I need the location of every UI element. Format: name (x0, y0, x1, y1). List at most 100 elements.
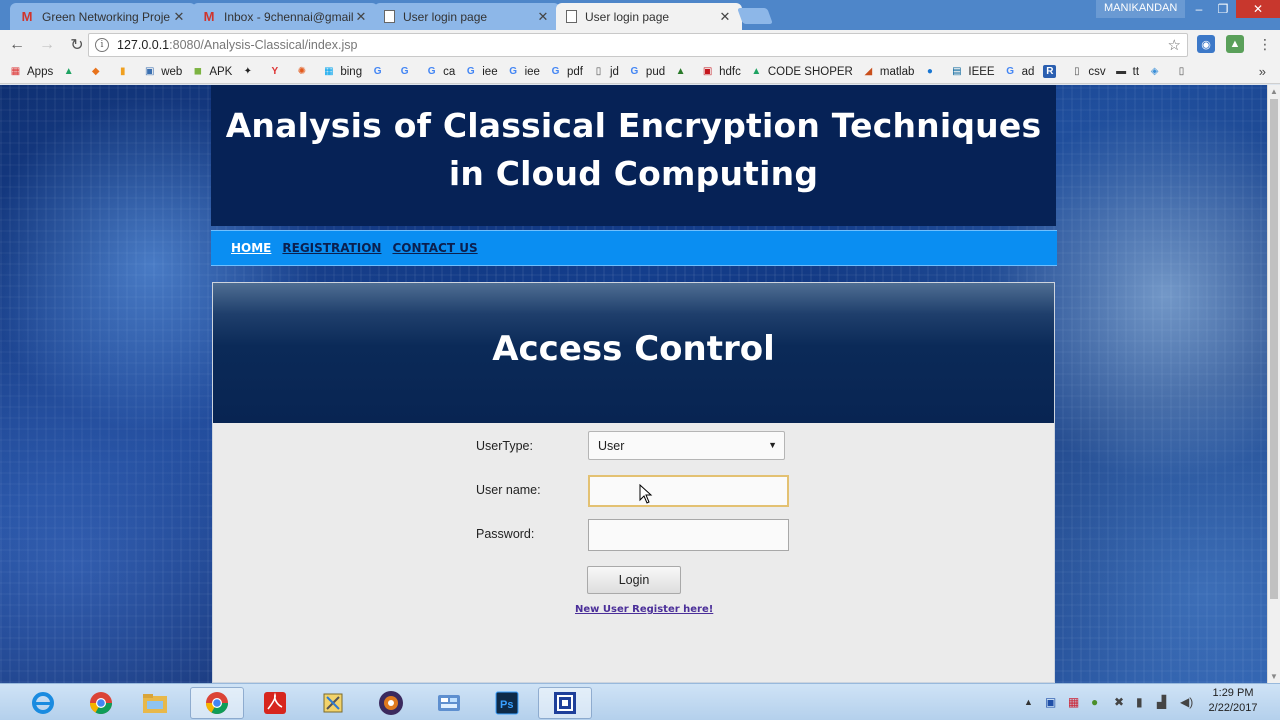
bookmark-star-icon[interactable]: ☆ (1168, 36, 1181, 54)
profile-name[interactable]: MANIKANDAN (1096, 0, 1186, 18)
bookmark-item[interactable]: ▲ (674, 65, 692, 78)
chrome-icon[interactable] (74, 687, 128, 719)
bookmark-ieee[interactable]: ▤ IEEE (950, 65, 994, 78)
usertype-value: User (598, 438, 625, 453)
reload-icon[interactable]: ↻ (64, 32, 90, 58)
bookmark-drive[interactable]: ▲ (62, 65, 80, 78)
bookmark-item[interactable]: R (1043, 65, 1061, 78)
close-tab-icon[interactable]: ✕ (718, 9, 732, 25)
bookmark-icon: ▬ (1116, 66, 1127, 77)
close-tab-icon[interactable]: ✕ (172, 9, 186, 25)
bookmark-apps[interactable]: ▦ Apps (9, 65, 53, 78)
battery-icon[interactable]: ▮ (1136, 695, 1143, 709)
register-link[interactable]: New User Register here! (575, 604, 713, 615)
app-icon[interactable] (538, 687, 592, 719)
photoshop-icon[interactable]: Ps (480, 687, 534, 719)
back-icon[interactable]: ← (4, 32, 30, 58)
tab-green-networking[interactable]: M Green Networking Proje ✕ (10, 3, 196, 30)
bookmark-item[interactable]: ● (923, 65, 941, 78)
login-button[interactable]: Login (587, 566, 681, 594)
tab-user-login-2[interactable]: User login page ✕ (556, 3, 742, 30)
bookmark-code-shoper[interactable]: ▲ CODE SHOPER (750, 65, 852, 78)
address-bar[interactable]: i 127.0.0.1:8080/Analysis-Classical/inde… (88, 33, 1188, 57)
bookmark-hdfc[interactable]: ▣ hdfc (701, 65, 741, 78)
menu-icon[interactable]: ⋮ (1256, 35, 1274, 53)
bookmark-icon: ● (926, 66, 933, 77)
bookmark-jd[interactable]: ▯ jd (592, 65, 619, 78)
bookmark-pud[interactable]: Gpud (628, 65, 666, 78)
new-tab-button[interactable] (737, 8, 773, 24)
extension-icon[interactable]: ◉ (1197, 35, 1215, 53)
java-ee-ide-icon[interactable] (364, 687, 418, 719)
bookmark-google[interactable]: G (398, 65, 416, 78)
google-icon: G (630, 66, 639, 77)
page-scrollbar[interactable]: ▲ ▼ (1267, 85, 1280, 683)
extension-icon[interactable]: ▲ (1226, 35, 1244, 53)
bookmark-item[interactable]: ✦ (241, 65, 259, 78)
scrollbar-thumb[interactable] (1270, 99, 1278, 599)
ie-icon[interactable] (16, 687, 70, 719)
drive-icon: ▲ (63, 66, 74, 77)
restore-icon[interactable]: ❐ (1208, 0, 1238, 18)
system-clock[interactable]: 1:29 PM 2/22/2017 (1200, 686, 1266, 716)
bookmark-iee-2[interactable]: Giee (507, 65, 540, 78)
tray-app-icon[interactable]: ▣ (1045, 695, 1056, 709)
scroll-up-icon[interactable]: ▲ (1270, 87, 1278, 96)
scroll-down-icon[interactable]: ▼ (1270, 672, 1278, 681)
bookmark-tt[interactable]: ▬ tt (1115, 65, 1139, 78)
nav-registration[interactable]: REGISTRATION (282, 241, 381, 255)
forward-icon[interactable]: → (34, 32, 60, 58)
password-input[interactable] (588, 519, 789, 551)
tab-user-login-1[interactable]: User login page ✕ (374, 3, 560, 30)
panel-title: Access Control (492, 329, 775, 369)
close-tab-icon[interactable]: ✕ (536, 9, 550, 25)
bookmark-item[interactable]: Y (268, 65, 286, 78)
acrobat-icon[interactable] (248, 687, 302, 719)
bookmark-item[interactable]: ✺ (295, 65, 313, 78)
username-input[interactable] (588, 475, 789, 507)
url-path: :8080/Analysis-Classical/index.jsp (169, 38, 358, 52)
close-window-icon[interactable]: ✕ (1236, 0, 1280, 18)
bookmark-iee[interactable]: Giee (464, 65, 498, 78)
bookmark-csv[interactable]: ▯ csv (1070, 65, 1106, 78)
volume-icon[interactable]: ◀) (1180, 695, 1193, 709)
nav-home[interactable]: HOME (231, 241, 271, 255)
tools-icon[interactable] (306, 687, 360, 719)
clock-time: 1:29 PM (1212, 687, 1254, 699)
tray-app-icon[interactable]: ▦ (1068, 695, 1079, 709)
info-icon[interactable]: i (95, 38, 109, 52)
google-icon: G (466, 66, 475, 77)
bookmark-apk[interactable]: ◼ APK (191, 65, 233, 78)
chrome-icon[interactable] (190, 687, 244, 719)
bookmark-ca[interactable]: Gca (425, 65, 456, 78)
close-tab-icon[interactable]: ✕ (354, 9, 368, 25)
nav-contact-us[interactable]: CONTACT US (392, 241, 477, 255)
bookmark-item[interactable]: ◈ (1148, 65, 1166, 78)
tray-app-icon[interactable]: ● (1091, 695, 1098, 709)
usertype-select[interactable]: User ▼ (588, 431, 785, 460)
bookmark-item[interactable]: ▮ (116, 65, 134, 78)
tab-inbox[interactable]: M Inbox - 9chennai@gmail ✕ (192, 3, 378, 30)
bookmark-item[interactable]: ▯ (1175, 65, 1193, 78)
bookmark-web[interactable]: ▣ web (143, 65, 182, 78)
show-hidden-icons-icon[interactable]: ▲ (1024, 697, 1033, 707)
bookmark-matlab[interactable]: ◢ matlab (862, 65, 915, 78)
tab-title: User login page (403, 9, 488, 24)
control-panel-icon[interactable] (422, 687, 476, 719)
ieee-icon: ▤ (952, 66, 962, 77)
more-bookmarks-icon[interactable]: » (1259, 64, 1266, 79)
signal-icon[interactable]: ▟ (1157, 695, 1166, 709)
bookmark-ad[interactable]: Gad (1004, 65, 1034, 78)
tray-app-icon[interactable]: ✖ (1114, 695, 1124, 709)
svg-text:Ps: Ps (500, 699, 513, 711)
bookmark-pdf[interactable]: Gpdf (549, 65, 583, 78)
google-icon: G (427, 66, 436, 77)
clock-date: 2/22/2017 (1208, 702, 1258, 714)
usertype-label: UserType: (476, 439, 533, 453)
bookmark-bing[interactable]: ▦ bing (322, 65, 362, 78)
explorer-icon[interactable] (128, 687, 182, 719)
google-icon: G (373, 66, 382, 77)
bookmark-item[interactable]: ◆ (89, 65, 107, 78)
bookmark-google[interactable]: G (371, 65, 389, 78)
windows-taskbar: Ps ▲ ▣ ▦ ● ✖ ▮ ▟ ◀) 1:29 PM 2/22/2017 (0, 683, 1280, 720)
